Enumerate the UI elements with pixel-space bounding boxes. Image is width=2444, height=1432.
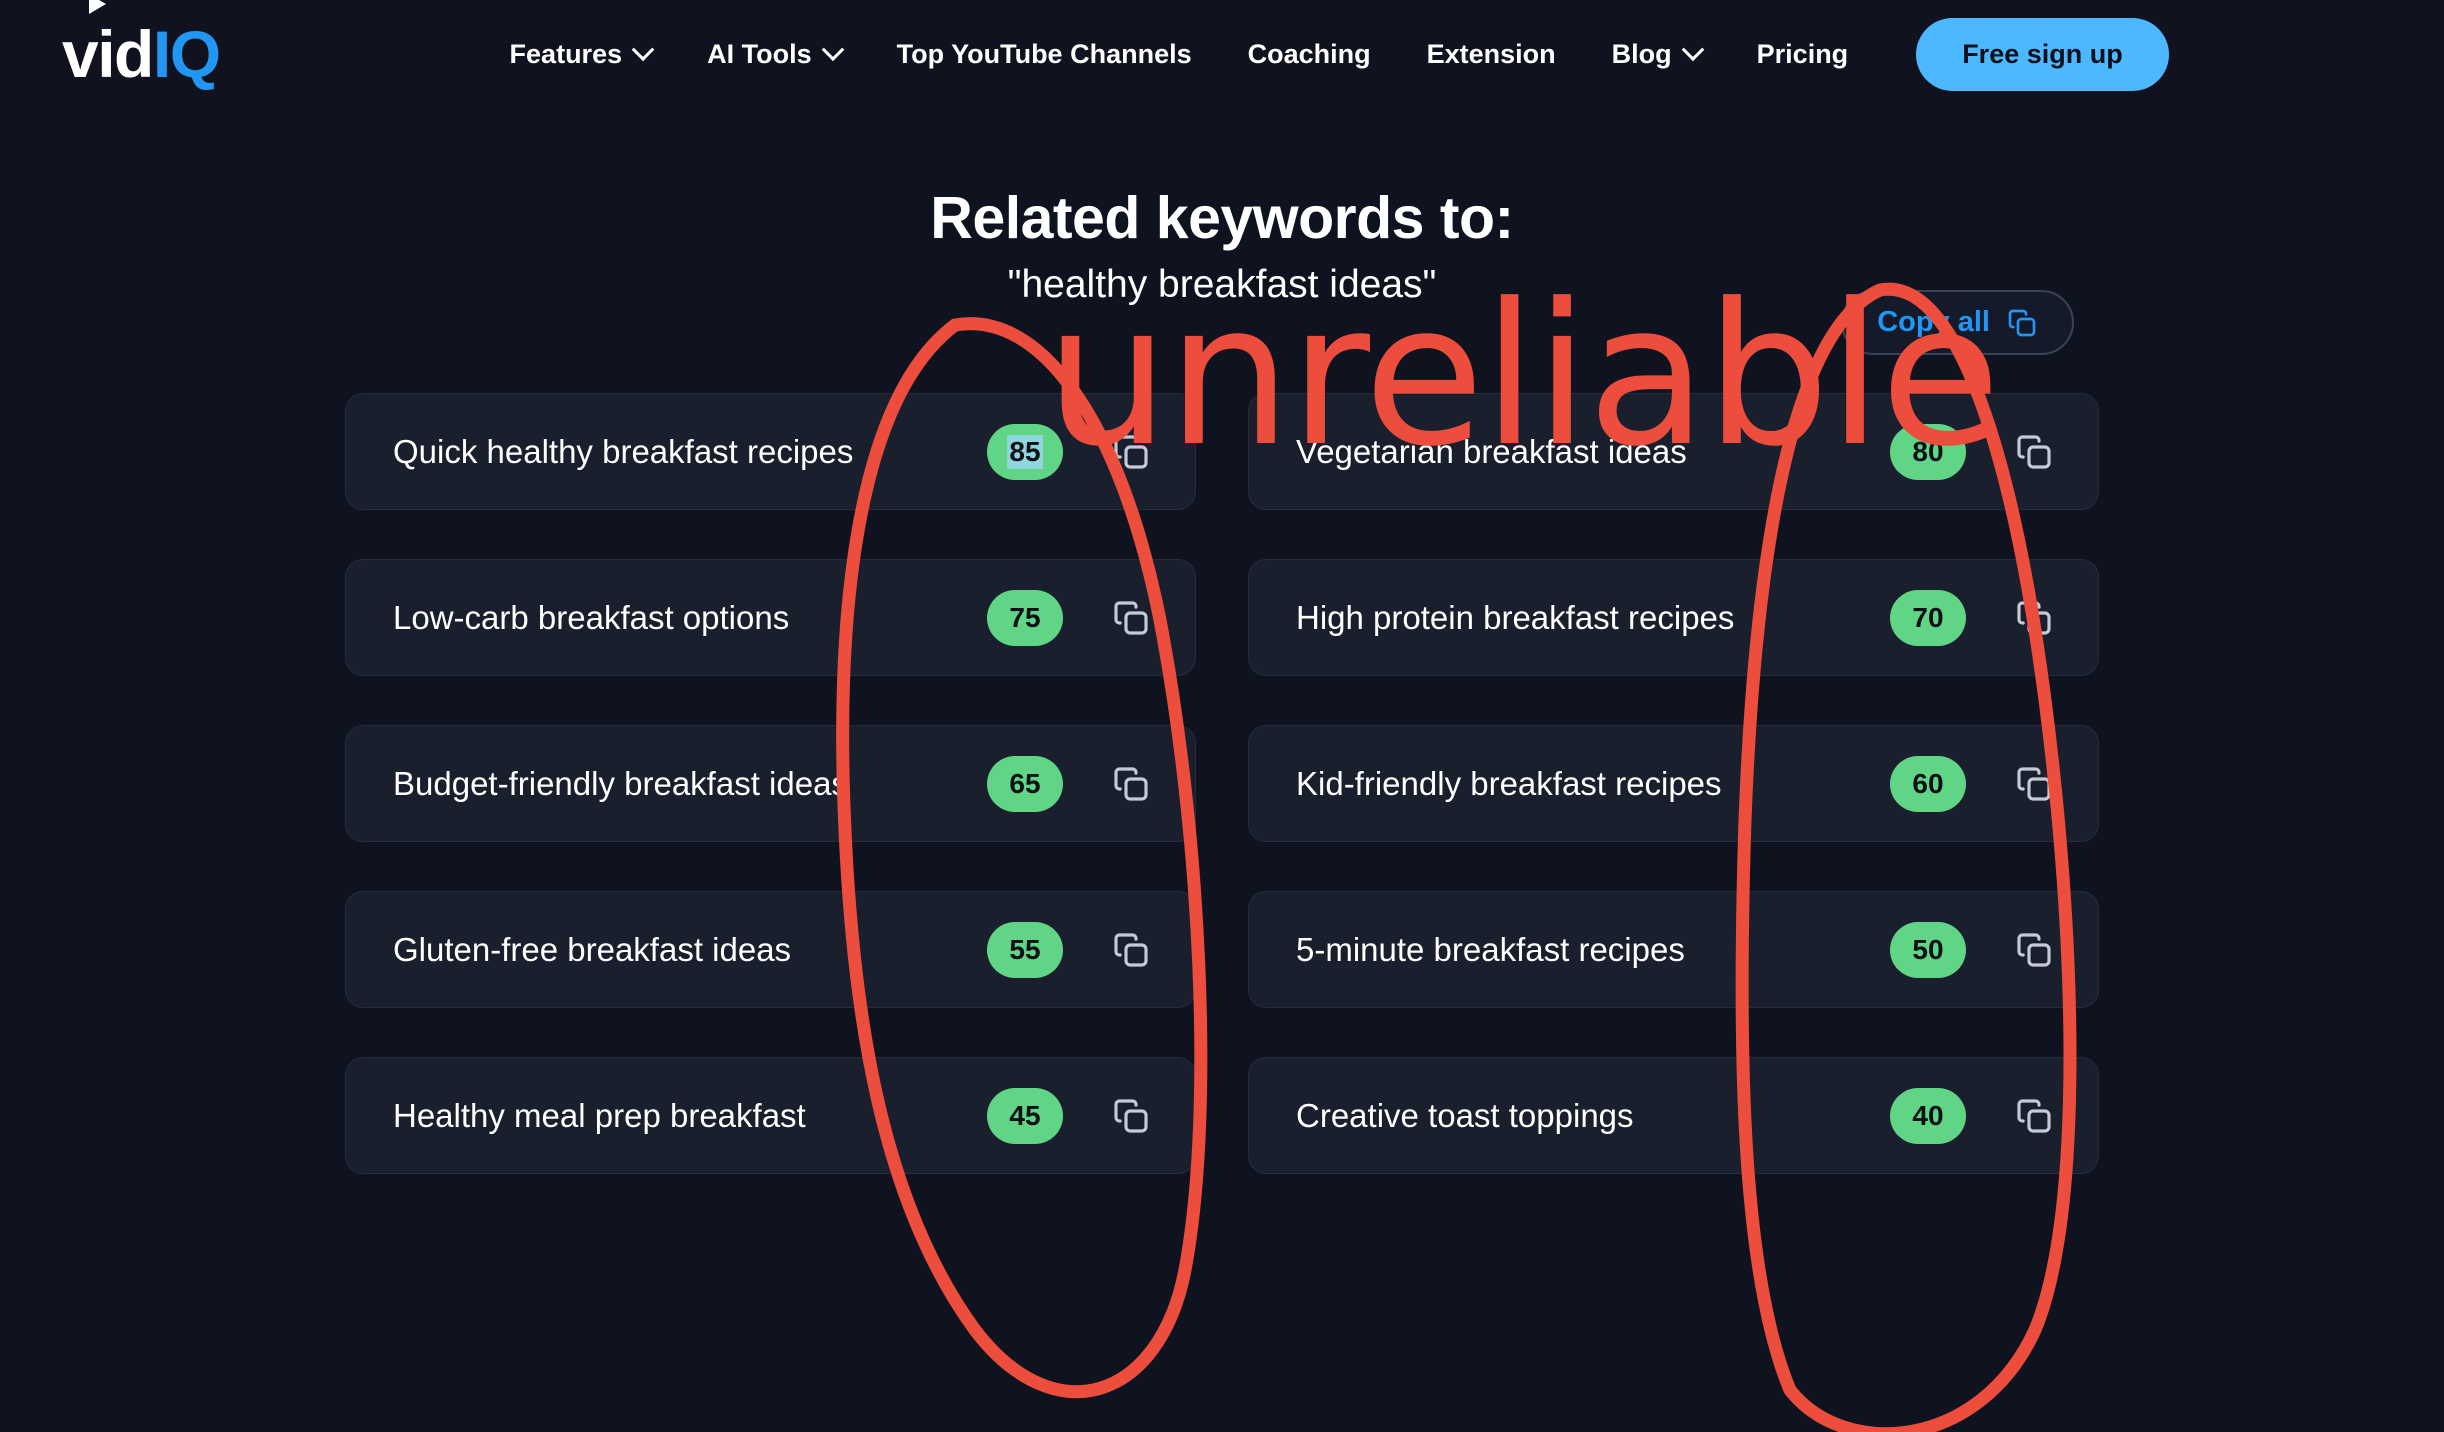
keyword-score-value: 55 — [1009, 933, 1041, 965]
keyword-label: Gluten-free breakfast ideas — [393, 930, 792, 968]
keyword-score-value: 65 — [1009, 767, 1041, 799]
keyword-score-badge: 80 — [1890, 423, 1966, 480]
keyword-label: High protein breakfast recipes — [1296, 598, 1735, 636]
keyword-score-badge: 40 — [1890, 1087, 1966, 1144]
keyword-card[interactable]: Vegetarian breakfast ideas 80 — [1248, 393, 2099, 510]
keyword-card[interactable]: Low-carb breakfast options 75 — [345, 559, 1196, 676]
chevron-down-icon — [631, 38, 655, 62]
keyword-score-value: 80 — [1912, 435, 1944, 467]
play-triangle-icon — [89, 0, 106, 14]
keyword-score-value: 50 — [1912, 933, 1944, 965]
nav-item-features[interactable]: Features — [482, 29, 680, 80]
copy-keyword-button[interactable] — [2008, 1090, 2060, 1142]
logo-text-vid: vid — [62, 17, 154, 91]
keyword-score-value: 85 — [1007, 434, 1043, 469]
keyword-label: Kid-friendly breakfast recipes — [1296, 764, 1722, 802]
keyword-card[interactable]: High protein breakfast recipes 70 — [1248, 559, 2099, 676]
copy-icon — [2017, 600, 2051, 635]
copy-all-label: Copy all — [1877, 306, 1990, 338]
keyword-label: Budget-friendly breakfast ideas — [393, 764, 848, 802]
copy-icon — [2017, 1098, 2051, 1133]
copy-keyword-button[interactable] — [2008, 592, 2060, 644]
copy-icon — [2017, 766, 2051, 801]
copy-icon — [2017, 434, 2051, 469]
nav-item-label: Top YouTube Channels — [896, 38, 1192, 69]
chevron-down-icon — [1681, 38, 1704, 62]
keyword-score-badge: 75 — [987, 589, 1063, 646]
keyword-score-value: 60 — [1912, 767, 1944, 799]
results-header: Related keywords to: "healthy breakfast … — [345, 108, 2099, 355]
vidiq-logo[interactable]: vid IQ — [62, 0, 221, 91]
logo-text-iq: IQ — [152, 17, 221, 91]
keyword-label: Quick healthy breakfast recipes — [393, 432, 854, 470]
page-subtitle-query: "healthy breakfast ideas" — [1007, 263, 1437, 306]
copy-icon — [1114, 600, 1148, 635]
nav-item-label: Coaching — [1247, 38, 1371, 69]
nav-item-label: AI Tools — [707, 38, 812, 69]
copy-keyword-button[interactable] — [1105, 426, 1157, 478]
copy-icon — [1114, 932, 1148, 967]
main-content: Related keywords to: "healthy breakfast … — [0, 108, 2444, 1174]
keyword-label: Low-carb breakfast options — [393, 598, 790, 636]
keyword-label: Healthy meal prep breakfast — [393, 1096, 806, 1134]
nav-item-label: Features — [509, 38, 623, 69]
keyword-score-value: 40 — [1912, 1099, 1944, 1131]
copy-keyword-button[interactable] — [2008, 758, 2060, 810]
keyword-card[interactable]: Kid-friendly breakfast recipes 60 — [1248, 725, 2099, 842]
nav-item-extension[interactable]: Extension — [1399, 29, 1584, 80]
copy-icon — [1114, 1098, 1148, 1133]
copy-keyword-button[interactable] — [2008, 426, 2060, 478]
keyword-score-value: 45 — [1009, 1099, 1041, 1131]
keyword-score-value: 75 — [1009, 601, 1041, 633]
nav-item-pricing[interactable]: Pricing — [1729, 29, 1877, 80]
page-title: Related keywords to: — [930, 185, 1514, 251]
nav-item-label: Blog — [1611, 38, 1672, 69]
copy-icon — [2017, 932, 2051, 967]
copy-keyword-button[interactable] — [1105, 592, 1157, 644]
keyword-card[interactable]: 5-minute breakfast recipes 50 — [1248, 891, 2099, 1008]
keyword-score-badge: 60 — [1890, 755, 1966, 812]
copy-all-button[interactable]: Copy all — [1841, 290, 2074, 355]
keyword-label: 5-minute breakfast recipes — [1296, 930, 1685, 968]
copy-keyword-button[interactable] — [1105, 758, 1157, 810]
keyword-card[interactable]: Budget-friendly breakfast ideas 65 — [345, 725, 1196, 842]
nav-item-label: Pricing — [1756, 38, 1849, 69]
keyword-card[interactable]: Creative toast toppings 40 — [1248, 1057, 2099, 1174]
keywords-grid: Quick healthy breakfast recipes 85 Vegetar… — [345, 393, 2099, 1174]
keyword-card[interactable]: Quick healthy breakfast recipes 85 — [345, 393, 1196, 510]
keyword-score-badge: 85 — [987, 423, 1063, 480]
copy-icon — [1114, 434, 1148, 469]
nav-item-top-youtube-channels[interactable]: Top YouTube Channels — [869, 29, 1220, 80]
copy-icon — [1114, 766, 1148, 801]
keyword-card[interactable]: Healthy meal prep breakfast 45 — [345, 1057, 1196, 1174]
free-sign-up-button[interactable]: Free sign up — [1916, 17, 2169, 91]
keyword-label: Creative toast toppings — [1296, 1096, 1634, 1134]
keyword-score-value: 70 — [1912, 601, 1944, 633]
keyword-score-badge: 55 — [987, 921, 1063, 978]
keyword-label: Vegetarian breakfast ideas — [1296, 432, 1687, 470]
copy-keyword-button[interactable] — [1105, 924, 1157, 976]
nav-item-ai-tools[interactable]: AI Tools — [679, 29, 869, 80]
keyword-score-badge: 65 — [987, 755, 1063, 812]
keyword-score-badge: 45 — [987, 1087, 1063, 1144]
nav-links: Features AI Tools Top YouTube Channels C… — [482, 17, 2169, 91]
keyword-score-badge: 50 — [1890, 921, 1966, 978]
keyword-card[interactable]: Gluten-free breakfast ideas 55 — [345, 891, 1196, 1008]
chevron-down-icon — [821, 38, 844, 62]
keyword-score-badge: 70 — [1890, 589, 1966, 646]
nav-item-coaching[interactable]: Coaching — [1220, 29, 1399, 80]
copy-keyword-button[interactable] — [2008, 924, 2060, 976]
top-navigation-bar: vid IQ Features AI Tools Top YouTube Cha… — [0, 0, 2444, 108]
copy-icon — [2008, 309, 2036, 336]
nav-item-label: Extension — [1426, 38, 1556, 69]
nav-item-blog[interactable]: Blog — [1584, 29, 1729, 80]
copy-keyword-button[interactable] — [1105, 1090, 1157, 1142]
